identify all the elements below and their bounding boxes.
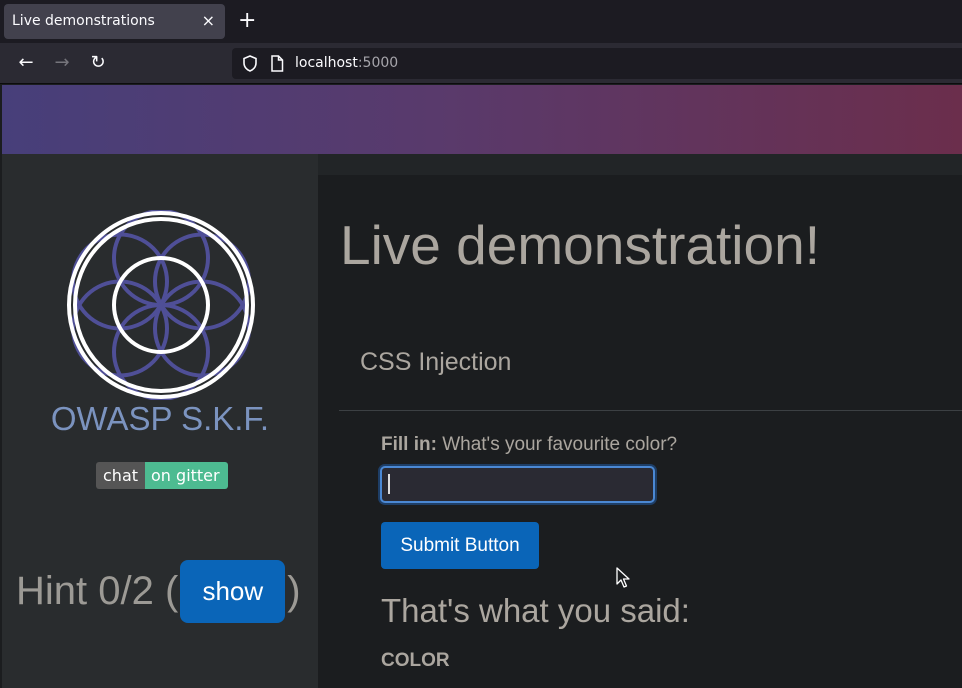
hint-prefix: Hint 0/2 ( [16, 568, 179, 613]
reload-icon[interactable]: ↻ [88, 53, 108, 73]
main-content: Live demonstration! CSS Injection Fill i… [318, 175, 962, 688]
card-title: CSS Injection [360, 348, 512, 376]
submit-button[interactable]: Submit Button [381, 522, 539, 569]
result-value: COLOR [381, 650, 450, 671]
content-top-strip [318, 154, 962, 175]
show-hint-button[interactable]: show [180, 559, 286, 623]
skf-logo-icon [66, 209, 256, 405]
tab-title: Live demonstrations [12, 13, 155, 29]
page-title: Live demonstration! [340, 214, 820, 276]
hint-suffix: ) [287, 568, 301, 613]
url-bar[interactable]: localhost:5000 [232, 48, 962, 79]
browser-nav-bar: ← → ↻ localhost:5000 [0, 43, 962, 84]
browser-tab[interactable]: Live demonstrations × [4, 4, 225, 39]
tab-close-icon[interactable]: × [202, 11, 215, 30]
badge-gitter-label: on gitter [145, 462, 228, 489]
back-arrow-icon[interactable]: ← [16, 53, 36, 73]
shield-icon[interactable] [242, 55, 258, 77]
mouse-pointer-icon [616, 567, 630, 594]
result-heading: That's what you said: [381, 592, 690, 629]
brand-title: OWASP S.K.F. [50, 400, 270, 437]
url-text[interactable]: localhost:5000 [295, 55, 398, 71]
hint-row: Hint 0/2 ( show ) [16, 559, 301, 623]
browser-tab-bar: Live demonstrations × + [0, 0, 962, 43]
url-port: :5000 [357, 55, 399, 71]
page-icon [270, 55, 284, 77]
card-divider [339, 410, 962, 411]
sidebar: OWASP S.K.F. chat on gitter Hint 0/2 ( s… [2, 154, 318, 688]
field-label-bold: Fill in: [381, 434, 437, 455]
gitter-chat-badge[interactable]: chat on gitter [96, 462, 228, 489]
new-tab-button[interactable]: + [238, 8, 256, 34]
field-label-text: What's your favourite color? [436, 434, 678, 455]
color-field-label: Fill in: What's your favourite color? [381, 434, 677, 456]
page-banner [2, 85, 962, 154]
text-caret [388, 474, 390, 494]
forward-arrow-icon[interactable]: → [52, 53, 72, 73]
url-host: localhost [295, 55, 358, 71]
badge-chat-label: chat [96, 462, 146, 489]
color-input[interactable] [380, 466, 655, 503]
